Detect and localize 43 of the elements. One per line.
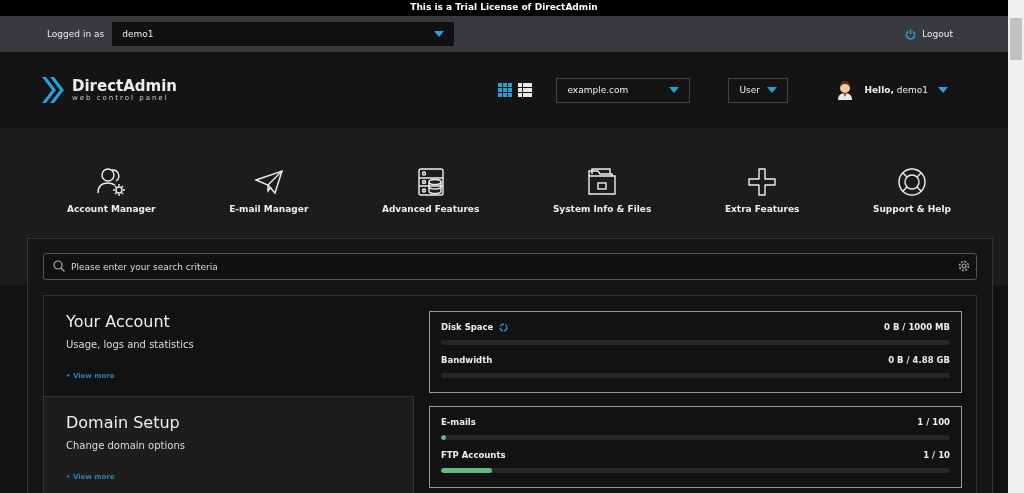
lifebuoy-icon — [895, 166, 928, 198]
logo-title: DirectAdmin — [72, 78, 178, 94]
settings-icon — [958, 260, 970, 272]
usage-label: FTP Accounts — [441, 450, 506, 460]
usage-label: Bandwidth — [441, 355, 493, 365]
usage-label: E-mails — [441, 417, 476, 427]
scrollbar[interactable] — [1008, 0, 1024, 493]
folder-icon — [586, 166, 619, 198]
section-title: Your Account — [66, 312, 171, 331]
plus-icon — [746, 166, 779, 198]
usage-reading: 0 B / 4.88 GB — [888, 355, 950, 365]
user-menu[interactable]: Hello, demo1 — [836, 80, 948, 100]
section-subtitle: Usage, logs and statistics — [66, 339, 195, 350]
nav-item[interactable]: System Info & Files — [552, 166, 652, 214]
nav-item[interactable]: Extra Features — [724, 166, 800, 214]
grid-view-button[interactable] — [498, 83, 513, 97]
level-select[interactable]: User — [728, 77, 789, 103]
avatar-icon — [836, 80, 855, 100]
users-gear-icon — [95, 166, 128, 198]
usage-reading: 1 / 100 — [917, 417, 950, 427]
usage-label: Disk Space — [441, 322, 509, 332]
domain-select[interactable]: example.com — [556, 77, 691, 103]
usage-reading: 1 / 10 — [923, 450, 950, 460]
power-icon — [905, 28, 917, 40]
caret-icon — [938, 87, 948, 93]
section-subtitle: Change domain options — [66, 440, 186, 451]
nav-item[interactable]: Advanced Features — [381, 166, 480, 214]
list-view-button[interactable] — [518, 83, 533, 97]
caret-icon — [669, 87, 680, 93]
caret-icon — [434, 31, 445, 37]
nav-item[interactable]: Account Manager — [67, 166, 156, 214]
section-title: Domain Setup — [66, 413, 181, 432]
nav-item[interactable]: Support & Help — [872, 166, 951, 214]
usage-reading: 0 B / 1000 MB — [884, 322, 950, 332]
search-field[interactable]: Please enter your search criteria — [43, 253, 977, 280]
caret-icon — [767, 87, 778, 93]
trial-banner: This is a Trial License of DirectAdmin — [0, 0, 1008, 16]
logout-link[interactable]: Logout — [905, 28, 953, 40]
account-dropdown[interactable]: demo1 — [112, 22, 455, 46]
nav-item[interactable]: E-mail Manager — [229, 166, 309, 214]
logged-in-label: Logged in as — [47, 29, 105, 39]
logo-icon — [40, 75, 66, 105]
search-icon — [53, 260, 65, 272]
